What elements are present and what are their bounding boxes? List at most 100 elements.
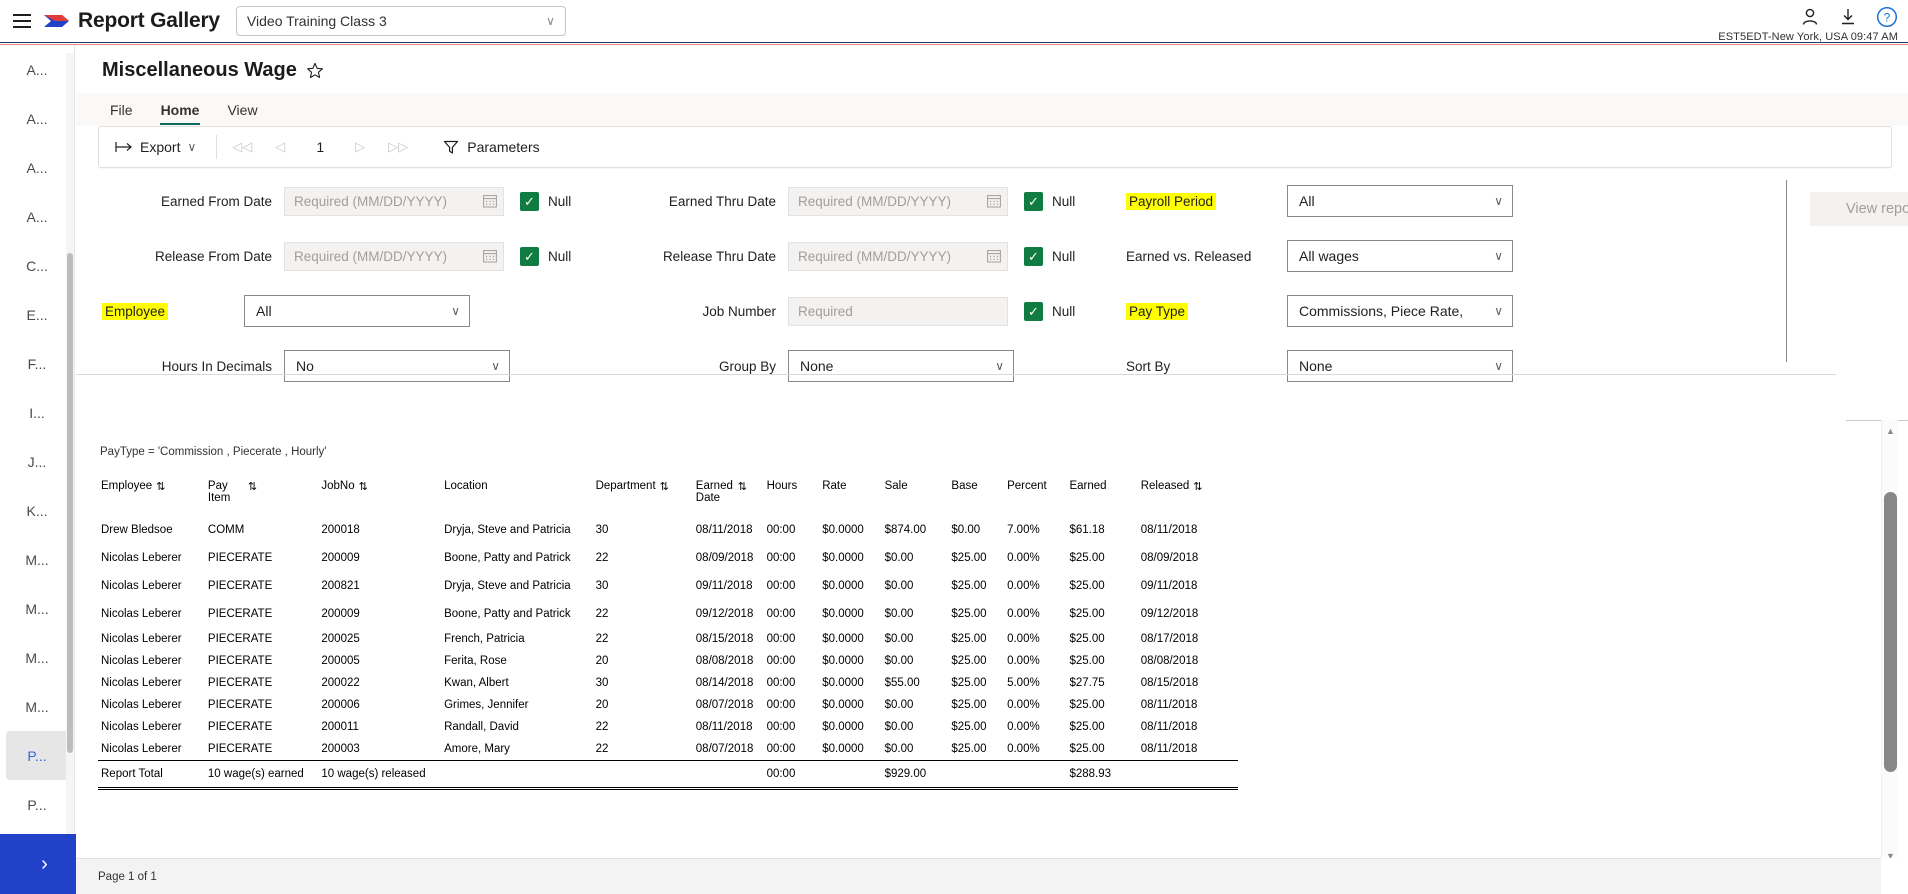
parameters-toggle-button[interactable]: Parameters — [443, 139, 540, 155]
table-cell: 00:00 — [766, 580, 796, 592]
sidebar-item-7[interactable]: I... — [6, 388, 68, 437]
employee-dropdown[interactable]: All ∨ — [244, 295, 471, 327]
column-sort-icon[interactable]: ⇅ — [156, 480, 165, 493]
table-cell: $0.0000 — [822, 580, 864, 592]
earned-thru-date-null-checkbox[interactable]: ✓ Null — [1024, 191, 1075, 211]
next-page-button[interactable]: ▷ — [341, 132, 379, 162]
chevron-down-icon: ∨ — [187, 140, 197, 154]
table-cell: 5.00% — [1007, 677, 1040, 689]
sort-by-dropdown[interactable]: None ∨ — [1287, 350, 1513, 382]
table-cell: $0.0000 — [822, 524, 864, 536]
checkbox-check-icon: ✓ — [1024, 246, 1043, 266]
previous-page-button[interactable]: ◁ — [261, 132, 299, 162]
tab-home[interactable]: Home — [149, 97, 212, 126]
class-selector-dropdown[interactable]: Video Training Class 3 ∨ — [235, 6, 566, 36]
job-number-null-checkbox[interactable]: ✓ Null — [1024, 301, 1076, 321]
payroll-period-dropdown[interactable]: All ∨ — [1287, 185, 1513, 217]
calendar-icon[interactable] — [483, 249, 497, 263]
calendar-icon[interactable] — [483, 194, 497, 208]
help-icon[interactable]: ? — [1876, 6, 1898, 28]
sidebar-item-10[interactable]: M... — [6, 535, 68, 584]
calendar-icon[interactable] — [987, 249, 1001, 263]
table-cell: 0.00% — [1007, 580, 1040, 592]
release-thru-date-null-checkbox[interactable]: ✓ Null — [1024, 246, 1075, 266]
sidebar-item-4[interactable]: C... — [6, 241, 68, 290]
earned-from-date-null-checkbox[interactable]: ✓ Null — [520, 191, 571, 211]
output-scrollbar[interactable]: ▲ ▼ — [1881, 420, 1898, 866]
scroll-up-arrow-icon[interactable]: ▲ — [1882, 422, 1899, 439]
user-icon[interactable] — [1800, 7, 1820, 27]
sidebar-scrollbar[interactable] — [66, 53, 74, 843]
sidebar-item-6[interactable]: F... — [6, 339, 68, 388]
table-cell: PIECERATE — [207, 743, 273, 755]
checkbox-check-icon: ✓ — [1024, 191, 1043, 211]
sidebar-item-label: M... — [25, 649, 49, 666]
export-button[interactable]: Export ∨ — [99, 128, 210, 166]
table-cell: 7.00% — [1007, 524, 1040, 536]
group-by-dropdown[interactable]: None ∨ — [788, 350, 1014, 382]
earned-vs-released-dropdown[interactable]: All wages ∨ — [1287, 240, 1513, 272]
last-page-button[interactable]: ▷▷ — [379, 132, 417, 162]
tab-view[interactable]: View — [215, 97, 269, 126]
table-cell: $0.0000 — [822, 743, 864, 755]
column-sort-icon[interactable]: ⇅ — [738, 480, 747, 493]
column-sort-icon[interactable]: ⇅ — [1193, 480, 1202, 493]
sidebar-item-15[interactable]: P... — [6, 780, 68, 829]
job-number-input[interactable]: Required — [788, 296, 1008, 326]
tab-file[interactable]: File — [98, 97, 145, 126]
table-cell: 00:00 — [766, 552, 796, 564]
hours-in-decimals-dropdown[interactable]: No ∨ — [284, 350, 510, 382]
table-cell: 08/11/2018 — [695, 721, 753, 733]
sidebar-item-9[interactable]: K... — [6, 486, 68, 535]
report-total-cell: $929.00 — [881, 760, 949, 790]
favorite-star-icon[interactable] — [306, 62, 324, 80]
table-cell: 0.00% — [1007, 743, 1040, 755]
sidebar-item-label: A... — [26, 208, 48, 225]
download-icon[interactable] — [1838, 7, 1858, 27]
column-sort-icon[interactable]: ⇅ — [248, 480, 257, 493]
table-cell: 00:00 — [766, 655, 796, 667]
column-sort-icon[interactable]: ⇅ — [359, 480, 368, 493]
sidebar-item-0[interactable]: A... — [6, 45, 68, 94]
sidebar-scrollbar-thumb[interactable] — [67, 253, 73, 753]
table-cell: Ferita, Rose — [444, 655, 507, 667]
table-cell: 08/15/2018 — [1140, 677, 1199, 689]
sidebar-item-label: A... — [26, 110, 48, 127]
sidebar-item-1[interactable]: A... — [6, 94, 68, 143]
sidebar-item-11[interactable]: M... — [6, 584, 68, 633]
column-header-label: Earned Date — [695, 480, 733, 504]
sidebar-item-13[interactable]: M... — [6, 682, 68, 731]
checkbox-check-icon: ✓ — [1024, 301, 1043, 321]
sidebar-item-2[interactable]: A... — [6, 143, 68, 192]
sidebar-item-12[interactable]: M... — [6, 633, 68, 682]
page-number-input[interactable]: 1 — [299, 139, 341, 155]
sidebar-item-label: P... — [27, 796, 47, 813]
release-from-date-input[interactable]: Required (MM/DD/YYYY) — [284, 241, 504, 271]
table-row: Nicolas Leberer PIECERATE 200011 Randall, D… — [98, 716, 1238, 738]
null-label: Null — [1052, 303, 1076, 319]
earned-thru-date-input[interactable]: Required (MM/DD/YYYY) — [788, 186, 1008, 216]
output-scrollbar-thumb[interactable] — [1884, 492, 1897, 772]
chevron-down-icon: ∨ — [1494, 194, 1503, 208]
output-top-divider — [1846, 420, 1908, 421]
release-from-date-null-checkbox[interactable]: ✓ Null — [520, 246, 571, 266]
release-thru-date-input[interactable]: Required (MM/DD/YYYY) — [788, 241, 1008, 271]
view-report-button[interactable]: View report — [1810, 192, 1908, 226]
sidebar-item-14[interactable]: P... — [6, 731, 68, 780]
pay-type-dropdown[interactable]: Commissions, Piece Rate, ∨ — [1287, 295, 1513, 327]
table-cell: PIECERATE — [207, 721, 273, 733]
sidebar-item-8[interactable]: J... — [6, 437, 68, 486]
parameters-panel: Earned From Date Required (MM/DD/YYYY) ✓… — [76, 178, 1908, 382]
sidebar-item-5[interactable]: E... — [6, 290, 68, 339]
first-page-button[interactable]: ◁◁ — [223, 132, 261, 162]
hamburger-menu-icon[interactable] — [8, 7, 36, 35]
earned-from-date-input[interactable]: Required (MM/DD/YYYY) — [284, 186, 504, 216]
table-cell: 30 — [595, 580, 609, 592]
table-cell: $874.00 — [884, 524, 927, 536]
column-sort-icon[interactable]: ⇅ — [660, 480, 669, 493]
calendar-icon[interactable] — [987, 194, 1001, 208]
table-cell: 09/12/2018 — [695, 608, 754, 620]
sidebar-item-3[interactable]: A... — [6, 192, 68, 241]
table-cell: $61.18 — [1069, 524, 1105, 536]
chevron-down-icon: ∨ — [491, 359, 500, 373]
